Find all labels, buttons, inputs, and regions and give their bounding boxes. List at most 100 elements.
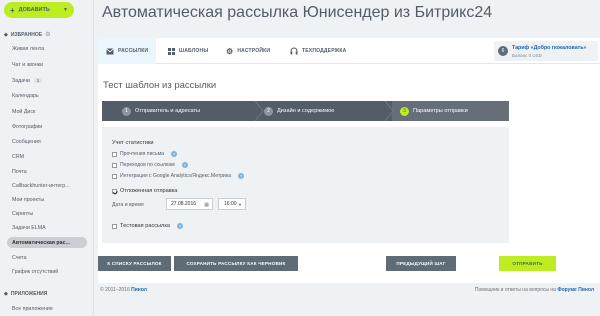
help-text: Помощник и ответы на вопросы на [474, 287, 556, 293]
help-icon[interactable]: ? [177, 223, 184, 229]
test-mailing-checkbox[interactable]: Тестовая рассылка ? [112, 223, 184, 229]
checkbox-label: Отложенная отправка [120, 188, 178, 194]
date-field[interactable]: 27.08.2016 ▦ [166, 198, 213, 210]
date-value: 27.08.2016 [171, 201, 197, 207]
sidebar-item-disk[interactable]: Мой Диск [12, 109, 35, 115]
add-button[interactable]: + ДОБАВИТЬ ▼ [4, 2, 74, 18]
sidebar-item-callbackhunter[interactable]: Callbackhunter-интегр... [12, 183, 70, 189]
page-title: Автоматическая рассылка Юнисендер из Бит… [102, 4, 493, 21]
chevron-down-icon: ▼ [63, 7, 68, 13]
mailing-title: Тест шаблон из рассылки [103, 80, 217, 91]
main-area: Автоматическая рассылка Юнисендер из Бит… [94, 0, 600, 316]
sidebar-item-live-feed[interactable]: Живая лента [12, 46, 44, 52]
tariff-balance: Баланс 0 USD [512, 53, 542, 58]
sidebar-item-invoices[interactable]: Счета [12, 255, 27, 261]
apps-header-label: ПРИЛОЖЕНИЯ [10, 291, 48, 297]
checkbox-box[interactable] [112, 162, 117, 168]
gear-icon[interactable]: ⚙ [45, 31, 50, 38]
caret-icon: ◆ [4, 31, 8, 38]
tab-settings[interactable]: ⚙ НАСТРОЙКИ [226, 38, 270, 64]
send-options-form: Учет статистики Прочтения письма ? Перех… [102, 127, 509, 243]
sidebar: + ДОБАВИТЬ ▼ ◆ ИЗБРАННОЕ ⚙ Живая лента Ч… [0, 0, 94, 316]
tab-label: НАСТРОЙКИ [237, 48, 271, 54]
checkbox-box[interactable] [112, 223, 117, 229]
step-1[interactable]: 1 Отправитель и адресаты [122, 101, 200, 121]
previous-step-button[interactable]: ПРЕДЫДУЩИЙ ШАГ [386, 256, 456, 271]
checkbox-label: Переходов по ссылкам [120, 162, 175, 168]
stats-header: Учет статистики [112, 140, 154, 146]
checkbox-box[interactable] [112, 173, 117, 179]
apps-header[interactable]: ◆ ПРИЛОЖЕНИЯ [4, 291, 47, 297]
sidebar-item-crm[interactable]: CRM [12, 154, 24, 160]
tariff-widget[interactable]: 6 Тариф «Добро пожаловать» Баланс 0 USD [494, 41, 598, 61]
step-separator [384, 101, 394, 121]
step-3[interactable]: 3 Параметры отправки [400, 101, 468, 121]
sidebar-item-mail[interactable]: Почта [12, 169, 27, 175]
tab-label: ШАБЛОНЫ [179, 48, 209, 54]
footer-help: Помощник и ответы на вопросы на Форуме П… [475, 287, 594, 293]
step-separator [254, 101, 264, 121]
checkbox-box[interactable] [112, 188, 117, 194]
help-icon[interactable]: ? [170, 151, 177, 157]
step-number: 1 [122, 106, 131, 116]
time-select[interactable]: 16:00 ▼ [218, 198, 246, 210]
checkbox-box[interactable] [112, 151, 117, 157]
copyright-text: © 2011–2016 [100, 287, 130, 293]
sidebar-item-chat[interactable]: Чат и звонки [12, 62, 43, 68]
sidebar-item-tasks[interactable]: Задачи 1 [12, 78, 43, 84]
sidebar-item-absence-chart[interactable]: График отсутствий [12, 269, 58, 275]
checkbox-label: Тестовая рассылка [120, 223, 171, 229]
tariff-badge: 6 [498, 46, 508, 56]
sidebar-item-label: Задачи [12, 78, 30, 84]
count-badge: 1 [33, 78, 43, 83]
link-tracking-checkbox[interactable]: Переходов по ссылкам ? [112, 162, 188, 168]
calendar-icon[interactable]: ▦ [204, 202, 209, 208]
tab-templates[interactable]: ШАБЛОНЫ [168, 38, 208, 64]
sidebar-item-photos[interactable]: Фотографии [12, 124, 42, 130]
step-label: Отправитель и адресаты [135, 108, 201, 114]
chevron-down-icon: ▼ [238, 202, 242, 207]
save-draft-button[interactable]: СОХРАНИТЬ РАССЫЛКУ КАК ЧЕРНОВИК [174, 256, 298, 271]
read-tracking-checkbox[interactable]: Прочтения письма ? [112, 151, 177, 157]
tab-bar: РАССЫЛКИ ШАБЛОНЫ ⚙ НАСТРОЙКИ ТЕХПОДДЕРЖК… [98, 38, 600, 64]
sidebar-item-all-apps[interactable]: Все приложения [12, 306, 53, 312]
headset-icon [290, 47, 298, 55]
caret-icon: ◆ [4, 291, 8, 297]
sidebar-item-elma-tasks[interactable]: Задачи ELMA [12, 225, 46, 231]
mail-icon [106, 47, 114, 54]
plus-icon: + [10, 5, 15, 15]
back-to-list-button[interactable]: К СПИСКУ РАССЫЛОК [98, 256, 171, 271]
analytics-checkbox[interactable]: Интеграция с Google Analytics/Яндекс.Мет… [112, 173, 245, 179]
sidebar-item-calendar[interactable]: Календарь [12, 93, 39, 99]
time-value: 16:00 [224, 201, 237, 207]
tab-mailings[interactable]: РАССЫЛКИ [106, 38, 148, 64]
sidebar-item-scripts[interactable]: Скрипты [12, 211, 33, 217]
sidebar-item-auto-mailing[interactable]: Автоматическая рас... [12, 240, 70, 246]
content-card: РАССЫЛКИ ШАБЛОНЫ ⚙ НАСТРОЙКИ ТЕХПОДДЕРЖК… [98, 38, 600, 283]
sidebar-item-projects[interactable]: Мои проекты [12, 197, 44, 203]
checkbox-label: Прочтения письма [120, 151, 164, 157]
grid-icon [168, 47, 175, 55]
step-label: Дизайн и содержимое [277, 108, 335, 114]
step-label: Параметры отправки [413, 108, 468, 114]
checkbox-label: Интеграция с Google Analytics/Яндекс.Мет… [120, 173, 232, 179]
copyright-link[interactable]: Пинол [131, 287, 147, 293]
send-button[interactable]: ОТПРАВИТЬ [499, 256, 556, 271]
tab-support[interactable]: ТЕХПОДДЕРЖКА [290, 38, 346, 64]
footer-copyright: © 2011–2016 Пинол [100, 287, 147, 293]
add-button-label: ДОБАВИТЬ [18, 7, 50, 13]
sidebar-item-messages[interactable]: Сообщения [12, 139, 41, 145]
gear-icon: ⚙ [226, 46, 234, 56]
help-icon[interactable]: ? [238, 173, 245, 179]
favorites-header[interactable]: ◆ ИЗБРАННОЕ ⚙ [4, 31, 51, 39]
wizard-steps: 1 Отправитель и адресаты 2 Дизайн и соде… [102, 101, 509, 121]
tab-label: ТЕХПОДДЕРЖКА [302, 48, 347, 54]
deferred-send-checkbox[interactable]: Отложенная отправка [112, 188, 177, 194]
step-2[interactable]: 2 Дизайн и содержимое [264, 101, 334, 121]
forum-link[interactable]: Форуме Пинол [557, 287, 594, 293]
date-time-label: Дата и время [112, 202, 144, 208]
help-icon[interactable]: ? [181, 162, 188, 168]
step-number: 3 [400, 106, 409, 116]
favorites-header-label: ИЗБРАННОЕ [10, 31, 43, 38]
tariff-name: Тариф «Добро пожаловать» [512, 45, 587, 51]
